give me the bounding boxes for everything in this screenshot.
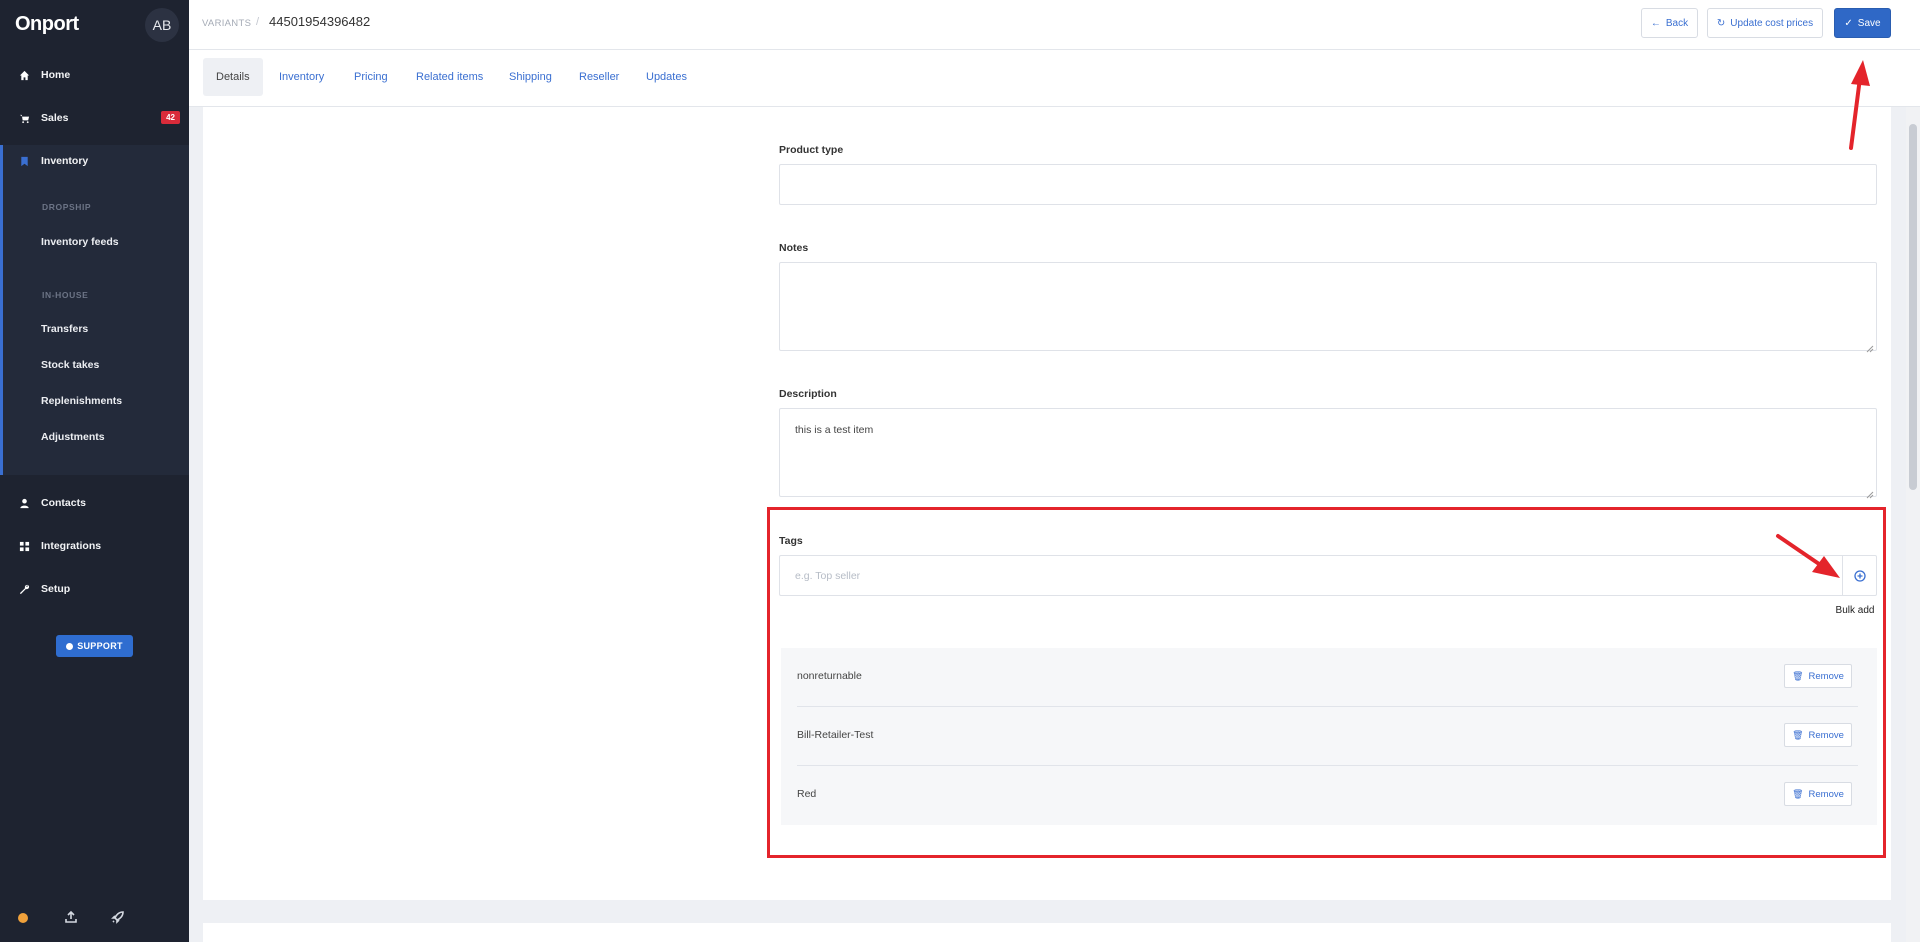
description-textarea[interactable]: this is a test item	[779, 408, 1877, 499]
sidebar-item-label: Setup	[41, 583, 71, 595]
check-icon: ✓	[1844, 17, 1853, 29]
section-heading-dropship: DROPSHIP	[42, 202, 92, 212]
tab-inventory[interactable]: Inventory	[266, 58, 337, 96]
sidebar-item-home[interactable]: Home	[0, 60, 189, 90]
sidebar-item-sales[interactable]: Sales 42	[0, 103, 189, 133]
save-button[interactable]: ✓ Save	[1834, 8, 1891, 38]
description-value: this is a test item	[795, 424, 874, 436]
inventory-section	[0, 145, 189, 475]
sidebar-item-setup[interactable]: Setup	[0, 574, 189, 604]
breadcrumb-variants[interactable]: VARIANTS	[202, 18, 251, 29]
scrollbar-thumb[interactable]	[1909, 124, 1917, 490]
save-label: Save	[1857, 17, 1881, 29]
sidebar-item-inventory[interactable]: Inventory	[0, 146, 189, 176]
sidebar-item-adjustments[interactable]: Adjustments	[41, 431, 105, 443]
section-heading-in-house: IN-HOUSE	[42, 290, 89, 300]
sidebar-item-label: Home	[41, 69, 71, 81]
sales-count-badge: 42	[161, 111, 180, 124]
sidebar: Onport AB Home Sales 42 Inventory DROPSH…	[0, 0, 189, 942]
bookmark-icon	[18, 155, 30, 167]
support-label: SUPPORT	[77, 641, 123, 651]
support-button[interactable]: SUPPORT	[56, 635, 133, 657]
help-icon	[66, 642, 74, 650]
product-type-input[interactable]	[779, 164, 1877, 205]
next-card	[203, 923, 1891, 942]
back-label: Back	[1665, 17, 1689, 29]
person-icon	[18, 497, 30, 509]
sidebar-item-label: Contacts	[41, 497, 86, 509]
resize-handle-icon[interactable]	[1866, 340, 1874, 353]
user-avatar[interactable]: AB	[145, 8, 179, 42]
update-cost-prices-label: Update cost prices	[1730, 17, 1814, 29]
tab-pricing[interactable]: Pricing	[341, 58, 401, 96]
grid-icon	[18, 540, 30, 552]
tab-related-items[interactable]: Related items	[403, 58, 496, 96]
resize-handle-icon[interactable]	[1866, 486, 1874, 499]
sidebar-item-integrations[interactable]: Integrations	[0, 531, 189, 561]
tab-updates[interactable]: Updates	[633, 58, 700, 96]
sidebar-item-contacts[interactable]: Contacts	[0, 488, 189, 518]
sidebar-item-inventory-feeds[interactable]: Inventory feeds	[41, 236, 119, 248]
sidebar-item-label: Inventory	[41, 155, 89, 167]
top-bar: VARIANTS / 44501954396482 ← Back ↻ Updat…	[189, 0, 1920, 50]
page-title: 44501954396482	[269, 14, 371, 29]
cart-icon	[18, 112, 30, 124]
product-type-label: Product type	[779, 144, 844, 156]
rocket-icon[interactable]	[111, 910, 125, 924]
sidebar-item-replenishments[interactable]: Replenishments	[41, 395, 122, 407]
sidebar-item-transfers[interactable]: Transfers	[41, 323, 88, 335]
annotation-highlight-box	[767, 507, 1886, 858]
wrench-icon	[18, 583, 30, 595]
status-dot-icon[interactable]	[18, 913, 28, 923]
breadcrumb-separator: /	[256, 16, 260, 28]
home-icon	[18, 69, 30, 81]
tab-bar: Details Inventory Pricing Related items …	[189, 50, 1920, 107]
sidebar-item-label: Sales	[41, 112, 69, 124]
upload-icon[interactable]	[64, 910, 78, 924]
arrow-left-icon: ←	[1650, 17, 1661, 29]
tab-shipping[interactable]: Shipping	[496, 58, 565, 96]
notes-textarea[interactable]	[779, 262, 1877, 353]
app-logo[interactable]: Onport	[15, 13, 79, 36]
tab-reseller[interactable]: Reseller	[566, 58, 632, 96]
description-label: Description	[779, 388, 837, 400]
sidebar-item-stock-takes[interactable]: Stock takes	[41, 359, 99, 371]
tab-details[interactable]: Details	[203, 58, 263, 96]
update-cost-prices-button[interactable]: ↻ Update cost prices	[1707, 8, 1823, 38]
back-button[interactable]: ← Back	[1641, 8, 1698, 38]
notes-label: Notes	[779, 242, 809, 254]
refresh-icon: ↻	[1716, 17, 1726, 29]
sidebar-item-label: Integrations	[41, 540, 102, 552]
